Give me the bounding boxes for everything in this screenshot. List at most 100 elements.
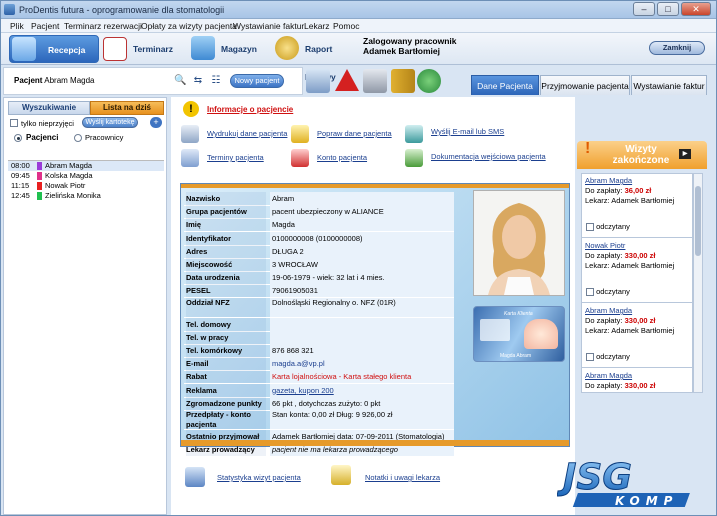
finished-visit-item[interactable]: Nowak Piotr Do zapłaty: 330,00 zł Lekarz: … — [582, 239, 692, 303]
find-similar-icon[interactable]: ⇆ — [192, 75, 204, 87]
patient-field-value: gazeta, kupon 200 — [270, 383, 454, 397]
tab-wyszukiwanie[interactable]: Wyszukiwanie — [8, 101, 90, 115]
patient-field-row: Grupa pacjentów pacent ubezpieczony w ALI… — [184, 205, 454, 220]
menu-pacjent[interactable]: Pacjent — [31, 21, 59, 31]
tab-przyjmowanie[interactable]: Przyjmowanie pacjenta — [540, 75, 630, 95]
visit-patient-link[interactable]: Abram Magda — [585, 176, 691, 186]
radio-staff[interactable] — [74, 134, 82, 142]
edit-patient-link[interactable]: Popraw dane pacjenta — [317, 129, 392, 138]
patient-field-label: E-mail — [186, 357, 266, 371]
scrollbar-thumb[interactable] — [695, 186, 701, 256]
menu-pomoc[interactable]: Pomoc — [333, 21, 359, 31]
patient-field-label: Rabat — [186, 370, 266, 384]
send-card-button[interactable]: Wyślij kartotekę — [82, 117, 138, 128]
terminarz-button[interactable]: Terminarz — [101, 35, 183, 63]
patient-bar: Pacjent Abram Magda 🔍 ⇆ ☷ Nowy pacjent — [3, 67, 303, 95]
play-icon[interactable]: ▶ — [679, 149, 691, 159]
patient-photo — [473, 190, 565, 296]
tab-lista-na-dzis[interactable]: Lista na dziś — [90, 101, 164, 115]
unadmitted-checkbox[interactable] — [10, 119, 18, 127]
magazyn-button[interactable]: Magazyn — [189, 35, 273, 63]
finished-visit-item[interactable]: Abram Magda Do zapłaty: 330,00 zł Lekarz: … — [582, 304, 692, 368]
read-label: odczytany — [596, 222, 630, 231]
exclamation-icon: ! — [585, 140, 591, 157]
recepcja-button[interactable]: Recepcja — [9, 35, 99, 63]
logo-image: JSG KOMP — [557, 457, 690, 508]
appointment-row[interactable]: 11:15 Nowak Piotr — [8, 181, 164, 191]
finished-visit-item[interactable]: Abram Magda Do zapłaty: 330,00 zł — [582, 369, 692, 392]
appointment-color — [37, 182, 42, 190]
read-checkbox[interactable] — [586, 223, 594, 232]
calendar-icon — [103, 37, 127, 61]
menu-faktury[interactable]: Wystawianie faktur — [233, 21, 304, 31]
appointment-row[interactable]: 09:45 Kolska Magda — [8, 171, 164, 181]
patient-field-label: Oddział NFZ — [186, 297, 266, 317]
entry-documentation-link[interactable]: Dokumentacja wejściowa pacjenta — [431, 152, 546, 161]
send-email-link[interactable]: Wyślij E-mail lub SMS — [431, 127, 504, 136]
radio-staff-label: Pracownicy — [85, 133, 124, 142]
app-window: ProDentis futura - oprogramowanie dla st… — [0, 0, 717, 516]
menu-terminarz[interactable]: Terminarz rezerwacji — [64, 21, 142, 31]
patient-field-row: Imię Magda — [184, 218, 454, 233]
tab-wystawianie-faktur[interactable]: Wystawianie faktur — [631, 75, 707, 95]
patient-field-value: magda.a@vp.pl — [270, 357, 454, 371]
visit-statistics-link[interactable]: Statystyka wizyt pacjenta — [217, 473, 301, 482]
patient-field-label: Zgromadzone punkty — [186, 396, 266, 410]
appointment-row[interactable]: 12:45 Zielińska Monika — [8, 191, 164, 201]
finished-visits-panel: ! Wizyty zakończone ▶ Abram Magda Do zapł… — [577, 141, 707, 395]
svg-text:JSG: JSG — [557, 457, 632, 498]
documents-icon — [405, 149, 423, 167]
finished-visits-title: Wizyty zakończone — [612, 144, 670, 166]
visit-patient-link[interactable]: Abram Magda — [585, 371, 691, 381]
patient-field-value: 66 pkt , dotychczas zużyto: 0 pkt — [270, 396, 454, 410]
read-label: odczytany — [596, 287, 630, 296]
patient-field-value: 876 868 321 — [270, 344, 454, 357]
svg-text:KOMP: KOMP — [615, 494, 678, 508]
menu-plik[interactable]: Plik — [10, 21, 24, 31]
patient-name: Abram Magda — [44, 76, 95, 85]
visit-patient-link[interactable]: Nowak Piotr — [585, 241, 691, 251]
new-patient-button[interactable]: Nowy pacjent — [230, 74, 284, 88]
appointment-row[interactable]: 08:00 Abram Magda — [8, 161, 164, 171]
patient-field-value: Magda — [270, 218, 454, 232]
appointment-list: 08:00 Abram Magda 09:45 Kolska Magda 11:15 No… — [8, 160, 164, 510]
search-icon[interactable]: 🔍 — [174, 75, 186, 87]
patient-field-value: Karta lojalnościowa - Karta stałego klie… — [270, 370, 454, 384]
finished-visit-item[interactable]: Abram Magda Do zapłaty: 36,00 zł Lekarz: A… — [582, 174, 692, 238]
patient-account-link[interactable]: Konto pacjenta — [317, 153, 367, 162]
patient-field-row: Tel. komórkowy 876 868 321 — [184, 344, 454, 358]
patient-field-row: Data urodzenia 19-06-1979 - wiek: 32 lat … — [184, 271, 454, 286]
patient-appointments-link[interactable]: Terminy pacjenta — [207, 153, 264, 162]
read-checkbox[interactable] — [586, 353, 594, 362]
zamknij-button[interactable]: Zamknij — [649, 41, 705, 55]
add-button[interactable]: + — [150, 117, 162, 128]
visits-scrollbar[interactable] — [693, 173, 703, 393]
menu-bar: Plik Pacjent Terminarz rezerwacji Opłaty… — [1, 19, 716, 33]
patient-field-row: Zgromadzone punkty 66 pkt , dotychczas zu… — [184, 396, 454, 411]
appointment-color — [37, 192, 42, 200]
doctor-notes-link[interactable]: Notatki i uwagi lekarza — [365, 473, 440, 482]
users-icon[interactable] — [417, 69, 441, 93]
appointment-color — [37, 162, 42, 170]
id-card-icon[interactable]: ☷ — [210, 75, 222, 87]
tab-dane-pacjenta[interactable]: Dane Pacjenta — [471, 75, 539, 95]
visit-doctor: Lekarz: Adamek Bartłomiej — [585, 326, 675, 335]
read-checkbox[interactable] — [586, 288, 594, 297]
close-button[interactable]: ✕ — [681, 2, 711, 16]
visit-patient-link[interactable]: Abram Magda — [585, 306, 691, 316]
computer-icon[interactable] — [306, 69, 330, 93]
maximize-button[interactable]: □ — [657, 2, 679, 16]
raport-kasowy-button[interactable]: Raport kasowy — [273, 35, 361, 82]
print-patient-link[interactable]: Wydrukuj dane pacjenta — [207, 129, 287, 138]
menu-oplaty[interactable]: Opłaty za wizyty pacjenta — [141, 21, 237, 31]
left-panel: Wyszukiwanie Lista na dziś tylko nieprzy… — [3, 97, 167, 515]
menu-lekarz[interactable]: Lekarz — [304, 21, 330, 31]
account-icon — [291, 149, 309, 167]
patient-field-row: Oddział NFZ Dolnośląski Regionalny o. NFZ… — [184, 297, 454, 318]
minimize-button[interactable]: – — [633, 2, 655, 16]
warning-icon[interactable] — [335, 69, 359, 91]
radio-patients[interactable] — [14, 134, 22, 142]
binders-icon[interactable] — [391, 69, 415, 93]
jsg-komp-logo: JSG KOMP — [557, 457, 707, 509]
printer-icon[interactable] — [363, 69, 387, 93]
